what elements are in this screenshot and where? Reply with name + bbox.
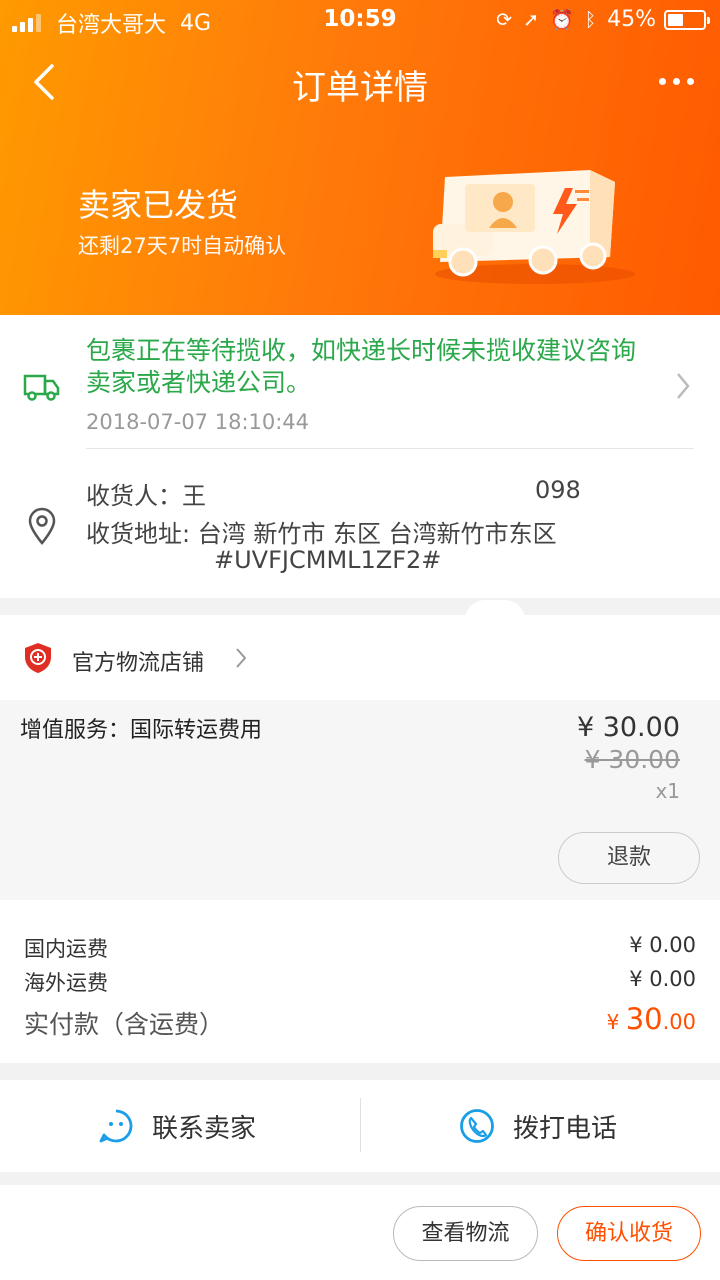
contact-seller-label: 联系卖家: [152, 1113, 257, 1144]
chevron-right-icon[interactable]: [676, 372, 690, 400]
refund-button[interactable]: 退款: [558, 832, 700, 884]
overseas-shipping-value: ¥ 0.00: [629, 967, 696, 991]
call-label: 拨打电话: [513, 1113, 618, 1144]
nav-bar: 订单详情: [0, 44, 720, 120]
amount-paid-label: 实付款（含运费）: [24, 1010, 225, 1039]
address-code: #UVFJCMML1ZF2#: [214, 546, 442, 574]
overseas-shipping-label: 海外运费: [24, 971, 108, 995]
shop-name[interactable]: 官方物流店铺: [72, 645, 204, 677]
alarm-icon: ⏰: [550, 9, 574, 31]
battery-percent: 45%: [607, 7, 656, 32]
item-original-price: ¥ 30.00: [584, 745, 680, 774]
bluetooth-icon: ᛒ: [584, 8, 597, 31]
rotation-lock-icon: ⟳: [496, 8, 513, 31]
logistics-message[interactable]: 包裹正在等待揽收，如快递长时候未揽收建议咨询卖家或者快递公司。: [86, 335, 656, 399]
location-icon: ➚: [523, 8, 540, 31]
divider: [360, 1098, 361, 1152]
official-shop-badge-icon: [25, 643, 51, 673]
item-price: ¥ 30.00: [576, 712, 680, 743]
amount-paid-value: ¥ 30.00: [606, 1002, 696, 1036]
battery-icon: [664, 9, 710, 30]
domestic-shipping-value: ¥ 0.00: [629, 933, 696, 957]
logistics-timestamp: 2018-07-07 18:10:44: [86, 410, 310, 434]
chevron-right-icon[interactable]: [236, 648, 246, 668]
call-button[interactable]: 拨打电话: [459, 1080, 617, 1172]
confirm-receipt-button[interactable]: 确认收货: [557, 1206, 701, 1261]
divider: [86, 448, 694, 449]
receiver-phone: 098: [535, 476, 581, 504]
truck-icon: [23, 374, 60, 401]
receiver-name: 收货人：王: [86, 482, 206, 510]
location-pin-icon: [28, 507, 56, 545]
page-title: 订单详情: [292, 68, 428, 108]
contact-seller-button[interactable]: 联系卖家: [98, 1080, 256, 1172]
delivery-truck-illustration: [433, 170, 635, 284]
domestic-shipping-label: 国内运费: [24, 937, 108, 961]
item-name[interactable]: 增值服务：国际转运费用: [20, 712, 262, 744]
chat-icon: [99, 1109, 133, 1143]
item-quantity: x1: [655, 779, 680, 803]
receiver-address: 收货地址: 台湾 新竹市 东区 台湾新竹市东区: [86, 520, 557, 548]
phone-icon: [460, 1109, 494, 1143]
shipping-status: 卖家已发货: [78, 186, 239, 224]
status-bar: 台湾大哥大 4G 10:59 ⟳ ➚ ⏰ ᛒ 45%: [0, 0, 720, 40]
auto-confirm-countdown: 还剩27天7时自动确认: [78, 234, 287, 258]
order-status-header: 台湾大哥大 4G 10:59 ⟳ ➚ ⏰ ᛒ 45% 订单详情 卖家已发货 还剩…: [0, 0, 720, 315]
view-logistics-button[interactable]: 查看物流: [393, 1206, 538, 1261]
more-menu-icon[interactable]: [652, 78, 694, 85]
